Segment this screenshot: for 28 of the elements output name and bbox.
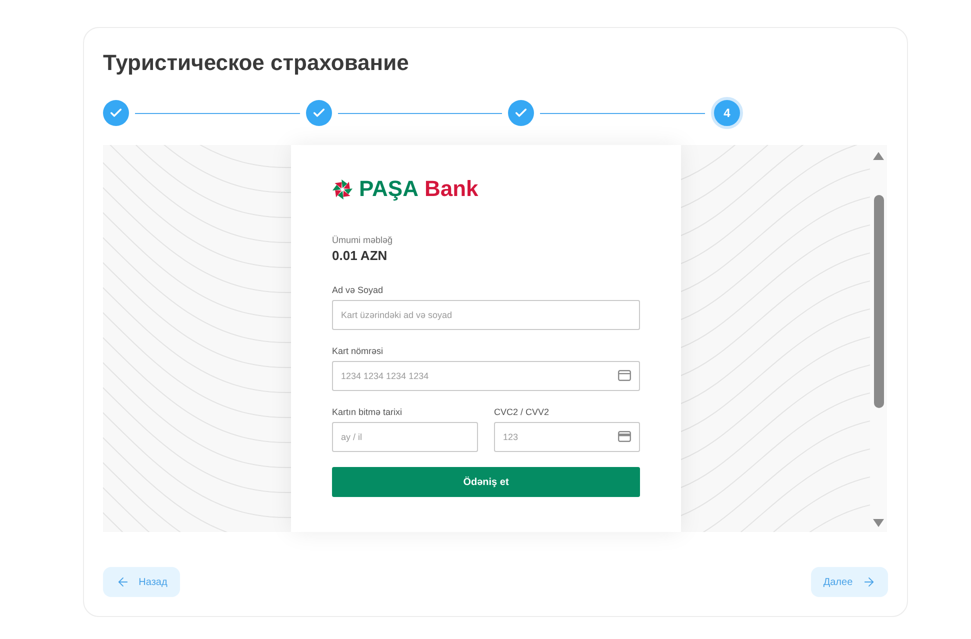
check-icon: [109, 106, 123, 120]
field-label: Kartın bitmə tarixi: [332, 406, 402, 418]
scroll-up-icon[interactable]: [873, 152, 884, 160]
scroll-down-icon[interactable]: [873, 519, 884, 527]
total-amount: 0.01 AZN: [332, 248, 388, 264]
step-indicator: 4: [711, 97, 744, 129]
field-label: CVC2 / CVV2: [494, 406, 550, 418]
input-field[interactable]: 1234 1234 1234 1234: [332, 361, 640, 391]
input-field[interactable]: 123: [494, 422, 640, 452]
scrollbar[interactable]: [870, 145, 887, 532]
bank-suffix-text: Bank: [424, 178, 478, 200]
input-field[interactable]: ay / il: [332, 422, 478, 452]
pay-button[interactable]: Ödəniş et: [332, 467, 640, 497]
field-label: Ad və Soyad: [332, 284, 384, 296]
total-label: Ümumi məbləğ: [332, 234, 393, 246]
scrollbar-thumb[interactable]: [874, 195, 884, 408]
back-button[interactable]: Назад: [103, 567, 180, 597]
page-title: Туристическое страхование: [103, 49, 409, 77]
field-label: Kart nömrəsi: [332, 345, 384, 357]
credit-card-icon: [618, 431, 631, 442]
input-field[interactable]: Kart üzərindəki ad və soyad: [332, 300, 640, 330]
bank-logo-icon: [332, 178, 353, 200]
bank-name-text: PAŞA: [359, 178, 418, 200]
next-button[interactable]: Далее: [811, 567, 888, 597]
check-icon: [514, 106, 528, 120]
check-icon: [312, 106, 326, 120]
credit-card-icon: [618, 370, 631, 381]
arrow-right-icon: [862, 575, 876, 589]
